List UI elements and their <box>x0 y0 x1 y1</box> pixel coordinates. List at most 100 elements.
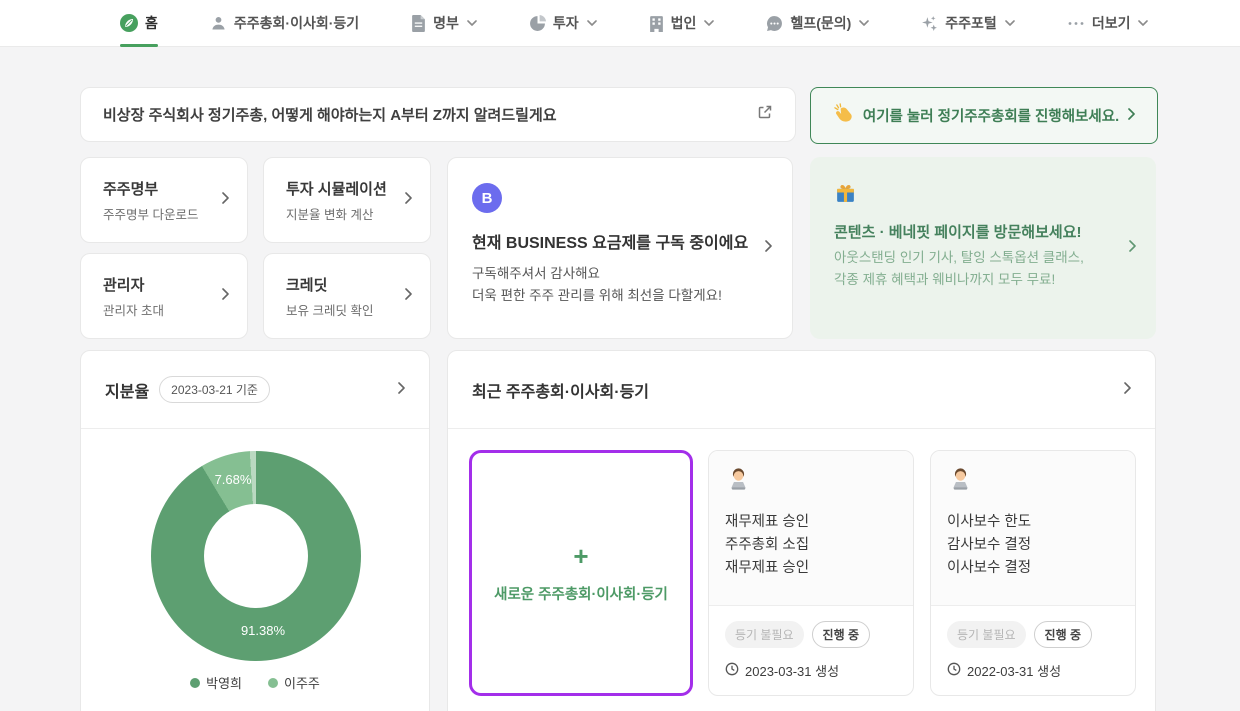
chevron-right-icon <box>765 239 772 257</box>
external-link-icon <box>757 104 773 125</box>
chevron-right-icon <box>222 191 229 209</box>
legend-dot <box>268 678 278 688</box>
meeting-item-bottom: 등기 불필요 진행 중 2023-03-31 생성 <box>709 606 913 695</box>
guide-banner-text: 비상장 주식회사 정기주총, 어떻게 해야하는지 A부터 Z까지 알려드릴게요 <box>103 104 557 125</box>
quick-link-admin[interactable]: 관리자 관리자 초대 <box>80 253 248 339</box>
ownership-card-header[interactable]: 지분율 2023-03-21 기준 <box>81 351 429 429</box>
plan-line: 더욱 편한 주주 관리를 위해 최선을 다할게요! <box>472 287 768 305</box>
chevron-down-icon <box>859 20 869 26</box>
chevron-right-icon <box>405 191 412 209</box>
pie-icon <box>529 15 546 32</box>
nav-item-more[interactable]: 더보기 <box>1067 0 1149 47</box>
quick-link-subtitle: 지분율 변화 계산 <box>286 204 387 223</box>
new-meeting-label: 새로운 주주총회·이사회·등기 <box>494 583 668 604</box>
nav-item-label: 주주포털 <box>945 13 997 33</box>
quick-link-title: 투자 시뮬레이션 <box>286 178 387 199</box>
nav-item-label: 명부 <box>433 13 459 33</box>
meeting-item-bottom: 등기 불필요 진행 중 2022-03-31 생성 <box>931 606 1135 695</box>
agenda-line: 이사보수 결정 <box>947 557 1119 580</box>
guide-banner[interactable]: 비상장 주식회사 정기주총, 어떻게 해야하는지 A부터 Z까지 알려드릴게요 <box>80 87 796 142</box>
quick-link-credit[interactable]: 크레딧 보유 크레딧 확인 <box>263 253 431 339</box>
chevron-right-icon <box>222 287 229 305</box>
nav-item-shareholder-portal[interactable]: 주주포털 <box>921 0 1015 47</box>
plan-title: 현재 BUSINESS 요금제를 구독 중이에요 <box>472 229 768 253</box>
as-of-date-badge: 2023-03-21 기준 <box>159 376 270 403</box>
registration-status-badge: 등기 불필요 <box>947 621 1026 648</box>
quick-link-title: 관리자 <box>103 274 164 295</box>
donut-slice-label: 91.38% <box>223 623 303 638</box>
chevron-down-icon <box>587 20 597 26</box>
technologist-icon <box>725 481 752 498</box>
document-icon <box>411 15 426 32</box>
quick-link-subtitle: 관리자 초대 <box>103 300 164 319</box>
legend-label: 이주주 <box>284 673 320 692</box>
nav-item-meetings[interactable]: 주주총회·이사회·등기 <box>210 0 359 47</box>
nav-item-label: 투자 <box>553 13 579 33</box>
benefit-title: 콘텐츠 · 베네핏 페이지를 방문해보세요! <box>834 221 1132 242</box>
clock-icon <box>947 662 961 679</box>
progress-status-badge: 진행 중 <box>1034 621 1092 648</box>
quick-link-subtitle: 보유 크레딧 확인 <box>286 300 373 319</box>
legend-item: 박영희 <box>190 673 242 692</box>
benefit-line: 각종 제휴 혜택과 웨비나까지 모두 무료! <box>834 271 1132 289</box>
meeting-item-top: 이사보수 한도 감사보수 결정 이사보수 결정 <box>931 451 1135 606</box>
chevron-right-icon <box>405 287 412 305</box>
chevron-down-icon <box>1005 20 1015 26</box>
quick-link-investment-simulation[interactable]: 투자 시뮬레이션 지분율 변화 계산 <box>263 157 431 243</box>
chevron-down-icon <box>704 20 714 26</box>
agm-cta-banner[interactable]: 여기를 눌러 정기주주총회를 진행해보세요. <box>810 87 1158 144</box>
quick-link-subtitle: 주주명부 다운로드 <box>103 204 198 223</box>
building-icon <box>649 15 664 32</box>
nav-item-label: 더보기 <box>1092 13 1131 33</box>
person-icon <box>210 15 227 32</box>
nav-item-register[interactable]: 명부 <box>411 0 477 47</box>
technologist-icon <box>947 481 974 498</box>
recent-meetings-card: 최근 주주총회·이사회·등기 + 새로운 주주총회·이사회·등기 재무제표 승인… <box>447 350 1156 711</box>
nav-item-label: 헬프(문의) <box>790 13 851 33</box>
meeting-item-card[interactable]: 재무제표 승인 주주총회 소집 재무제표 승인 등기 불필요 진행 중 2023… <box>708 450 914 696</box>
clap-icon <box>833 103 854 129</box>
quick-link-title: 크레딧 <box>286 274 373 295</box>
agenda-line: 주주총회 소집 <box>725 534 897 557</box>
progress-status-badge: 진행 중 <box>812 621 870 648</box>
zuzu-logo-icon <box>120 14 138 32</box>
quick-link-title: 주주명부 <box>103 178 198 199</box>
chevron-right-icon <box>1129 239 1136 257</box>
agm-cta-text: 여기를 눌러 정기주주총회를 진행해보세요. <box>863 105 1119 126</box>
recent-meetings-title: 최근 주주총회·이사회·등기 <box>472 378 649 402</box>
legend-label: 박영희 <box>206 673 242 692</box>
meeting-item-top: 재무제표 승인 주주총회 소집 재무제표 승인 <box>709 451 913 606</box>
meeting-item-card[interactable]: 이사보수 한도 감사보수 결정 이사보수 결정 등기 불필요 진행 중 2022… <box>930 450 1136 696</box>
chevron-right-icon <box>398 381 405 399</box>
ownership-card: 지분율 2023-03-21 기준 7.68% 91.38% 박영희 이주주 <box>80 350 430 711</box>
nav-item-label: 주주총회·이사회·등기 <box>234 13 359 33</box>
agenda-line: 감사보수 결정 <box>947 534 1119 557</box>
recent-meetings-header[interactable]: 최근 주주총회·이사회·등기 <box>448 351 1155 429</box>
nav-item-label: 홈 <box>145 13 158 33</box>
plus-icon: + <box>573 543 588 569</box>
ownership-title: 지분율 <box>105 378 149 402</box>
gift-icon <box>834 191 857 208</box>
ellipsis-icon <box>1067 15 1085 32</box>
legend-item: 이주주 <box>268 673 320 692</box>
created-date: 2023-03-31 생성 <box>745 661 839 680</box>
clock-icon <box>725 662 739 679</box>
new-meeting-button[interactable]: + 새로운 주주총회·이사회·등기 <box>469 450 693 696</box>
chevron-right-icon <box>1124 381 1131 399</box>
top-navigation: 홈 주주총회·이사회·등기 명부 투자 법인 <box>0 0 1240 47</box>
nav-item-investment[interactable]: 투자 <box>529 0 597 47</box>
created-date: 2022-03-31 생성 <box>967 661 1061 680</box>
plan-line: 구독해주셔서 감사해요 <box>472 265 768 283</box>
ownership-donut-chart-area: 7.68% 91.38% <box>151 451 361 661</box>
quick-link-shareholder-list[interactable]: 주주명부 주주명부 다운로드 <box>80 157 248 243</box>
nav-item-corporation[interactable]: 법인 <box>649 0 715 47</box>
benefit-card[interactable]: 콘텐츠 · 베네핏 페이지를 방문해보세요! 아웃스탠딩 인기 기사, 탈잉 스… <box>810 157 1156 339</box>
benefit-line: 아웃스탠딩 인기 기사, 탈잉 스톡옵션 클래스, <box>834 249 1132 267</box>
chevron-down-icon <box>467 20 477 26</box>
sparkles-icon <box>921 15 938 32</box>
chevron-down-icon <box>1138 20 1148 26</box>
subscription-plan-card[interactable]: B 현재 BUSINESS 요금제를 구독 중이에요 구독해주셔서 감사해요 더… <box>447 157 793 339</box>
nav-item-home[interactable]: 홈 <box>120 0 158 47</box>
agenda-line: 재무제표 승인 <box>725 557 897 580</box>
nav-item-help[interactable]: 헬프(문의) <box>766 0 869 47</box>
